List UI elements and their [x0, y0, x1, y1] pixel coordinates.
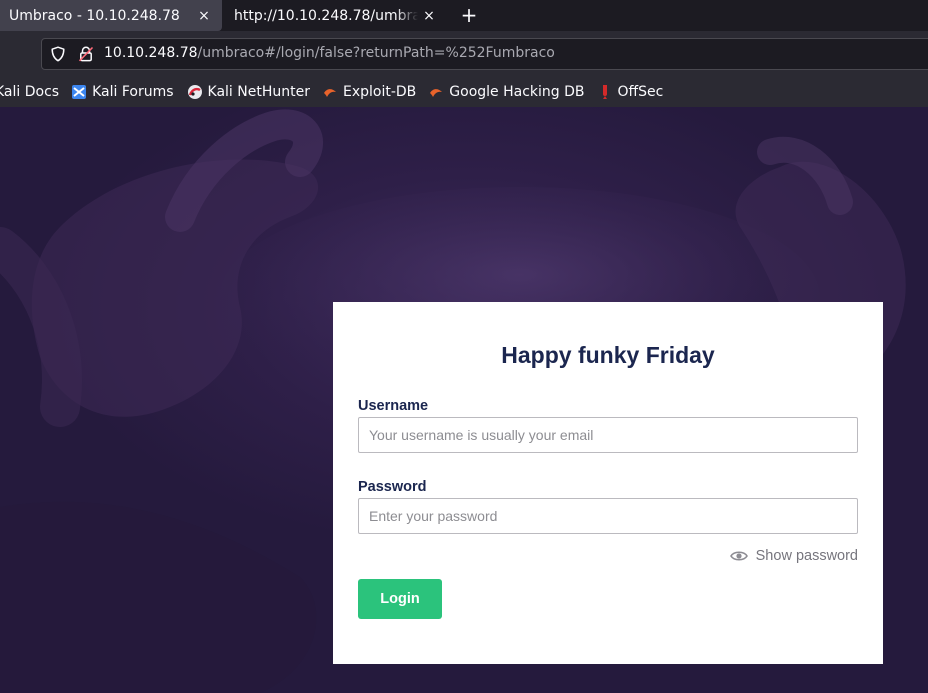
shield-icon[interactable] — [50, 46, 66, 62]
bookmark-label: Kali Docs — [0, 83, 60, 100]
tab-umbraco[interactable]: Umbraco - 10.10.248.78 × — [0, 0, 222, 31]
login-title: Happy funky Friday — [501, 342, 715, 368]
exploit-db-icon — [323, 88, 336, 97]
bookmark-label: Google Hacking DB — [449, 83, 585, 100]
umbraco-login-page: Happy funky Friday Username Password Sho… — [0, 107, 928, 693]
address-bar[interactable]: 10.10.248.78/umbraco#/login/false?return… — [41, 38, 928, 70]
bookmark-label: Kali Forums — [92, 83, 174, 100]
insecure-lock-icon[interactable] — [78, 46, 94, 62]
bookmarks-bar: Kali Docs Kali Forums Kali NetHunter Exp… — [0, 76, 928, 107]
tab-title: Umbraco - 10.10.248.78 — [9, 7, 180, 24]
bookmark-label: OffSec — [617, 83, 664, 100]
google-hacking-db-icon — [430, 88, 443, 97]
login-panel: Happy funky Friday Username Password Sho… — [333, 302, 883, 664]
bookmark-label: Kali NetHunter — [207, 83, 310, 100]
bookmark-offsec[interactable]: OffSec — [597, 76, 664, 107]
new-tab-button[interactable]: + — [457, 3, 481, 27]
url-text[interactable]: 10.10.248.78/umbraco#/login/false?return… — [104, 45, 555, 61]
kali-nethunter-icon — [187, 84, 202, 99]
offsec-icon — [602, 84, 607, 99]
bookmark-label: Exploit-DB — [342, 83, 417, 100]
bookmark-google-hacking-db[interactable]: Google Hacking DB — [428, 76, 585, 107]
password-label: Password — [358, 479, 427, 495]
kali-forums-icon — [72, 84, 87, 99]
tab-umbraco-url[interactable]: http://10.10.248.78/umbraco/ × — [224, 0, 440, 31]
url-host: 10.10.248.78 — [104, 45, 198, 61]
show-password-label: Show password — [755, 548, 858, 564]
login-button[interactable]: Login — [358, 579, 442, 619]
password-input[interactable] — [358, 498, 858, 534]
bookmark-kali-forums[interactable]: Kali Forums — [71, 76, 174, 107]
eye-icon — [729, 551, 748, 561]
show-password-toggle[interactable]: Show password — [729, 548, 858, 564]
navigation-bar: 10.10.248.78/umbraco#/login/false?return… — [0, 31, 928, 76]
username-label: Username — [358, 398, 429, 414]
close-tab-icon[interactable]: × — [418, 8, 440, 24]
username-input[interactable] — [358, 417, 858, 453]
bookmark-kali-docs[interactable]: Kali Docs — [0, 76, 59, 107]
close-tab-icon[interactable]: × — [193, 8, 215, 24]
bookmark-kali-nethunter[interactable]: Kali NetHunter — [187, 76, 310, 107]
bookmark-exploit-db[interactable]: Exploit-DB — [322, 76, 416, 107]
url-path: /umbraco#/login/false?returnPath=%252Fum… — [197, 45, 555, 61]
tab-title: http://10.10.248.78/umbraco/ — [234, 7, 418, 24]
tab-strip: Umbraco - 10.10.248.78 × http://10.10.24… — [0, 0, 928, 31]
